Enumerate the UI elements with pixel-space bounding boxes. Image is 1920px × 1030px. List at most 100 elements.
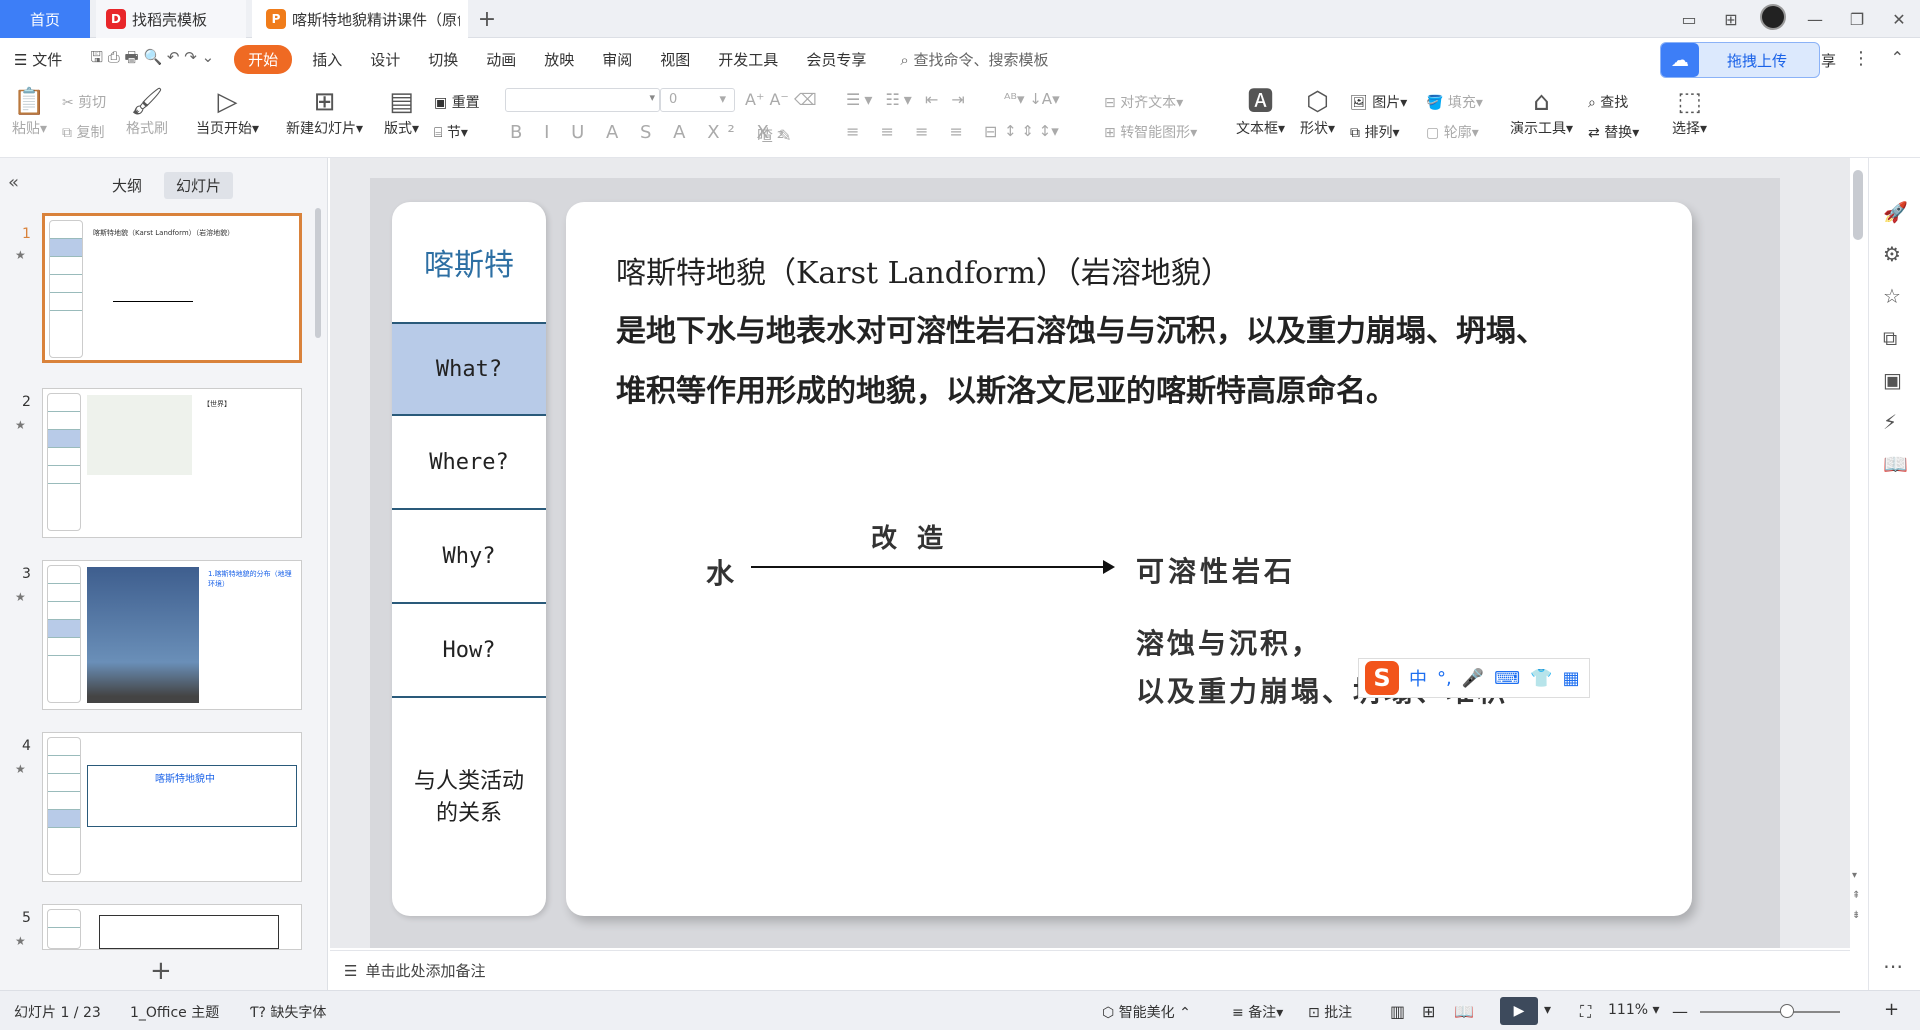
align-icons[interactable]: ≡ ≡ ≡ ≡ ⊟: [846, 122, 1005, 141]
command-search[interactable]: ⌕ 查找命令、搜索模板: [900, 49, 1048, 70]
menu-animation[interactable]: 动画: [472, 49, 530, 70]
more-dots-icon[interactable]: ⋯: [1883, 954, 1903, 978]
new-slide-button[interactable]: ⊞ 新建幻灯片▾: [286, 86, 363, 138]
reset-button[interactable]: ▣ 重置: [434, 92, 480, 112]
select-button[interactable]: ⬚ 选择▾: [1672, 86, 1707, 138]
theme-name[interactable]: 1_Office 主题: [130, 1002, 219, 1022]
layout-button[interactable]: ▤ 版式▾: [384, 86, 419, 138]
ime-punct[interactable]: °,: [1437, 668, 1452, 689]
minimize-icon[interactable]: —: [1794, 10, 1836, 29]
sogou-logo-icon[interactable]: S: [1365, 661, 1399, 695]
diagram-action-label[interactable]: 改造: [871, 518, 963, 555]
present-tools-button[interactable]: ⌂ 演示工具▾: [1510, 86, 1573, 138]
slideshow-play-button[interactable]: ▶: [1500, 997, 1538, 1025]
animation-icon[interactable]: ⚡: [1883, 410, 1897, 434]
line-spacing-icons[interactable]: ↕ ⇕ ↕▾: [1004, 122, 1059, 140]
copy-button[interactable]: ⧉ 复制: [62, 122, 104, 142]
menu-review[interactable]: 审阅: [588, 49, 646, 70]
scroll-down-icon[interactable]: ▾: [1852, 870, 1857, 881]
slide-paragraph-line1[interactable]: 是地下水与地表水对可溶性岩石溶蚀与与沉积，以及重力崩塌、坍塌、: [616, 306, 1546, 350]
diagram-arrow[interactable]: [751, 560, 1115, 574]
menu-developer[interactable]: 开发工具: [704, 49, 792, 70]
play-options-icon[interactable]: ▾: [1544, 1002, 1551, 1018]
cut-button[interactable]: ✂ 剪切: [62, 92, 106, 112]
shape-button[interactable]: ⬡ 形状▾: [1300, 86, 1335, 138]
skin-icon[interactable]: 👕: [1530, 668, 1552, 689]
zoom-slider-knob[interactable]: [1780, 1004, 1794, 1018]
fill-button[interactable]: 🪣 填充▾: [1426, 92, 1483, 112]
nav-item-how[interactable]: How?: [392, 604, 546, 698]
add-slide-icon[interactable]: +: [150, 956, 172, 986]
missing-font-button[interactable]: Ƭ? 缺失字体: [250, 1002, 326, 1022]
normal-view-icon[interactable]: ▥: [1390, 1002, 1405, 1021]
slide-thumbnail-2[interactable]: 【世界】: [42, 388, 302, 538]
tab-home[interactable]: 首页: [0, 0, 90, 38]
ime-mode[interactable]: 中: [1409, 665, 1427, 691]
apps-grid-icon[interactable]: ⊞: [1710, 10, 1752, 29]
nav-item-what[interactable]: What?: [392, 322, 546, 416]
arrange-button[interactable]: ⧉ 排列▾: [1350, 122, 1399, 142]
layout-icon[interactable]: ▭: [1668, 10, 1710, 29]
replace-button[interactable]: ⇄ 替换▾: [1588, 122, 1639, 142]
play-from-current-button[interactable]: ▷ 当页开始▾: [196, 86, 259, 138]
format-painter-button[interactable]: 🖌 格式刷: [126, 86, 168, 138]
text-direction-icons[interactable]: ᴬᴮ▾ ↓A▾: [1004, 90, 1060, 108]
slide-thumbnail-4[interactable]: 喀斯特地貌中: [42, 732, 302, 882]
highlight-icons[interactable]: 喳 ✎: [757, 122, 792, 146]
tab-document[interactable]: P 喀斯特地貌精讲课件（原创: [252, 0, 468, 38]
zoom-slider[interactable]: [1700, 1011, 1840, 1013]
tab-daoke-templates[interactable]: D 找稻壳模板: [96, 0, 246, 38]
page-up-icon[interactable]: ⇞: [1852, 890, 1860, 901]
zoom-out-icon[interactable]: —: [1672, 1002, 1688, 1021]
align-text-button[interactable]: ⊟ 对齐文本▾: [1104, 92, 1183, 112]
slide-thumbnail-3[interactable]: 1.喀斯特地貌的分布（地理环境）: [42, 560, 302, 710]
quick-access-icons[interactable]: 🖫 ⎙ 🖶 🔍 ↶ ↷ ⌄: [76, 47, 228, 72]
restore-icon[interactable]: ❐: [1836, 10, 1878, 29]
upload-button[interactable]: ☁ 拖拽上传: [1660, 42, 1820, 78]
notes-toggle-button[interactable]: ≡ 备注▾: [1232, 1002, 1283, 1022]
menu-insert[interactable]: 插入: [298, 49, 356, 70]
font-size-select[interactable]: 0 ▾: [660, 88, 735, 112]
image-edit-icon[interactable]: ▣: [1883, 368, 1902, 392]
ime-toolbar[interactable]: S 中 °, 🎤 ⌨ 👕 ▦: [1358, 658, 1590, 698]
outline-button[interactable]: ▢ 轮廓▾: [1426, 122, 1479, 142]
menu-transition[interactable]: 切换: [414, 49, 472, 70]
rocket-icon[interactable]: 🚀: [1883, 200, 1908, 224]
section-button[interactable]: ⌸ 节▾: [434, 122, 468, 142]
microphone-icon[interactable]: 🎤: [1462, 668, 1484, 689]
collapse-ribbon-icon[interactable]: ⌃: [1891, 48, 1904, 67]
text-format-icons[interactable]: B I U A S A X² X₂: [510, 122, 792, 143]
menu-home[interactable]: 开始: [234, 44, 293, 74]
tab-slides[interactable]: 幻灯片: [164, 172, 234, 199]
reading-view-icon[interactable]: 📖: [1454, 1002, 1474, 1021]
settings-sliders-icon[interactable]: ⚙: [1883, 242, 1901, 266]
fit-window-icon[interactable]: ⛶: [1580, 1002, 1591, 1022]
toolbox-icon[interactable]: ▦: [1563, 668, 1580, 689]
tab-outline[interactable]: 大纲: [100, 172, 154, 199]
beautify-button[interactable]: ⬡ 智能美化 ⌃: [1102, 1002, 1191, 1022]
font-size-adjust-icons[interactable]: A⁺ A⁻ ⌫: [745, 90, 817, 109]
menu-member[interactable]: 会员专享: [792, 49, 880, 70]
nav-item-where[interactable]: Where?: [392, 416, 546, 510]
thumbnail-scrollbar[interactable]: [315, 208, 321, 338]
notes-bar[interactable]: ☰ 单击此处添加备注: [330, 950, 1850, 990]
collapse-panel-icon[interactable]: «: [8, 172, 19, 193]
canvas-scrollbar[interactable]: [1853, 170, 1863, 240]
textbox-button[interactable]: 🅰 文本框▾: [1236, 86, 1285, 138]
star-icon[interactable]: ☆: [1883, 284, 1901, 308]
new-tab-button[interactable]: +: [472, 0, 502, 38]
find-button[interactable]: ⌕ 查找: [1588, 92, 1628, 112]
font-family-select[interactable]: ▾: [505, 88, 660, 112]
menu-slideshow[interactable]: 放映: [530, 49, 588, 70]
user-avatar[interactable]: [1752, 4, 1794, 34]
slide-thumbnail-5[interactable]: [42, 904, 302, 950]
file-menu[interactable]: ☰ 文件: [0, 49, 76, 70]
diagram-source[interactable]: 水: [706, 552, 734, 592]
menu-design[interactable]: 设计: [356, 49, 414, 70]
diagram-process-line1[interactable]: 溶蚀与沉积，: [1136, 622, 1322, 662]
nav-item-human-activity[interactable]: 与人类活动的关系: [392, 698, 546, 898]
zoom-level[interactable]: 111% ▾: [1608, 1002, 1660, 1018]
convert-smartart-button[interactable]: ⊞ 转智能图形▾: [1104, 122, 1197, 142]
transition-icon[interactable]: ⧉: [1883, 326, 1897, 350]
share-label[interactable]: 享: [1821, 50, 1836, 71]
